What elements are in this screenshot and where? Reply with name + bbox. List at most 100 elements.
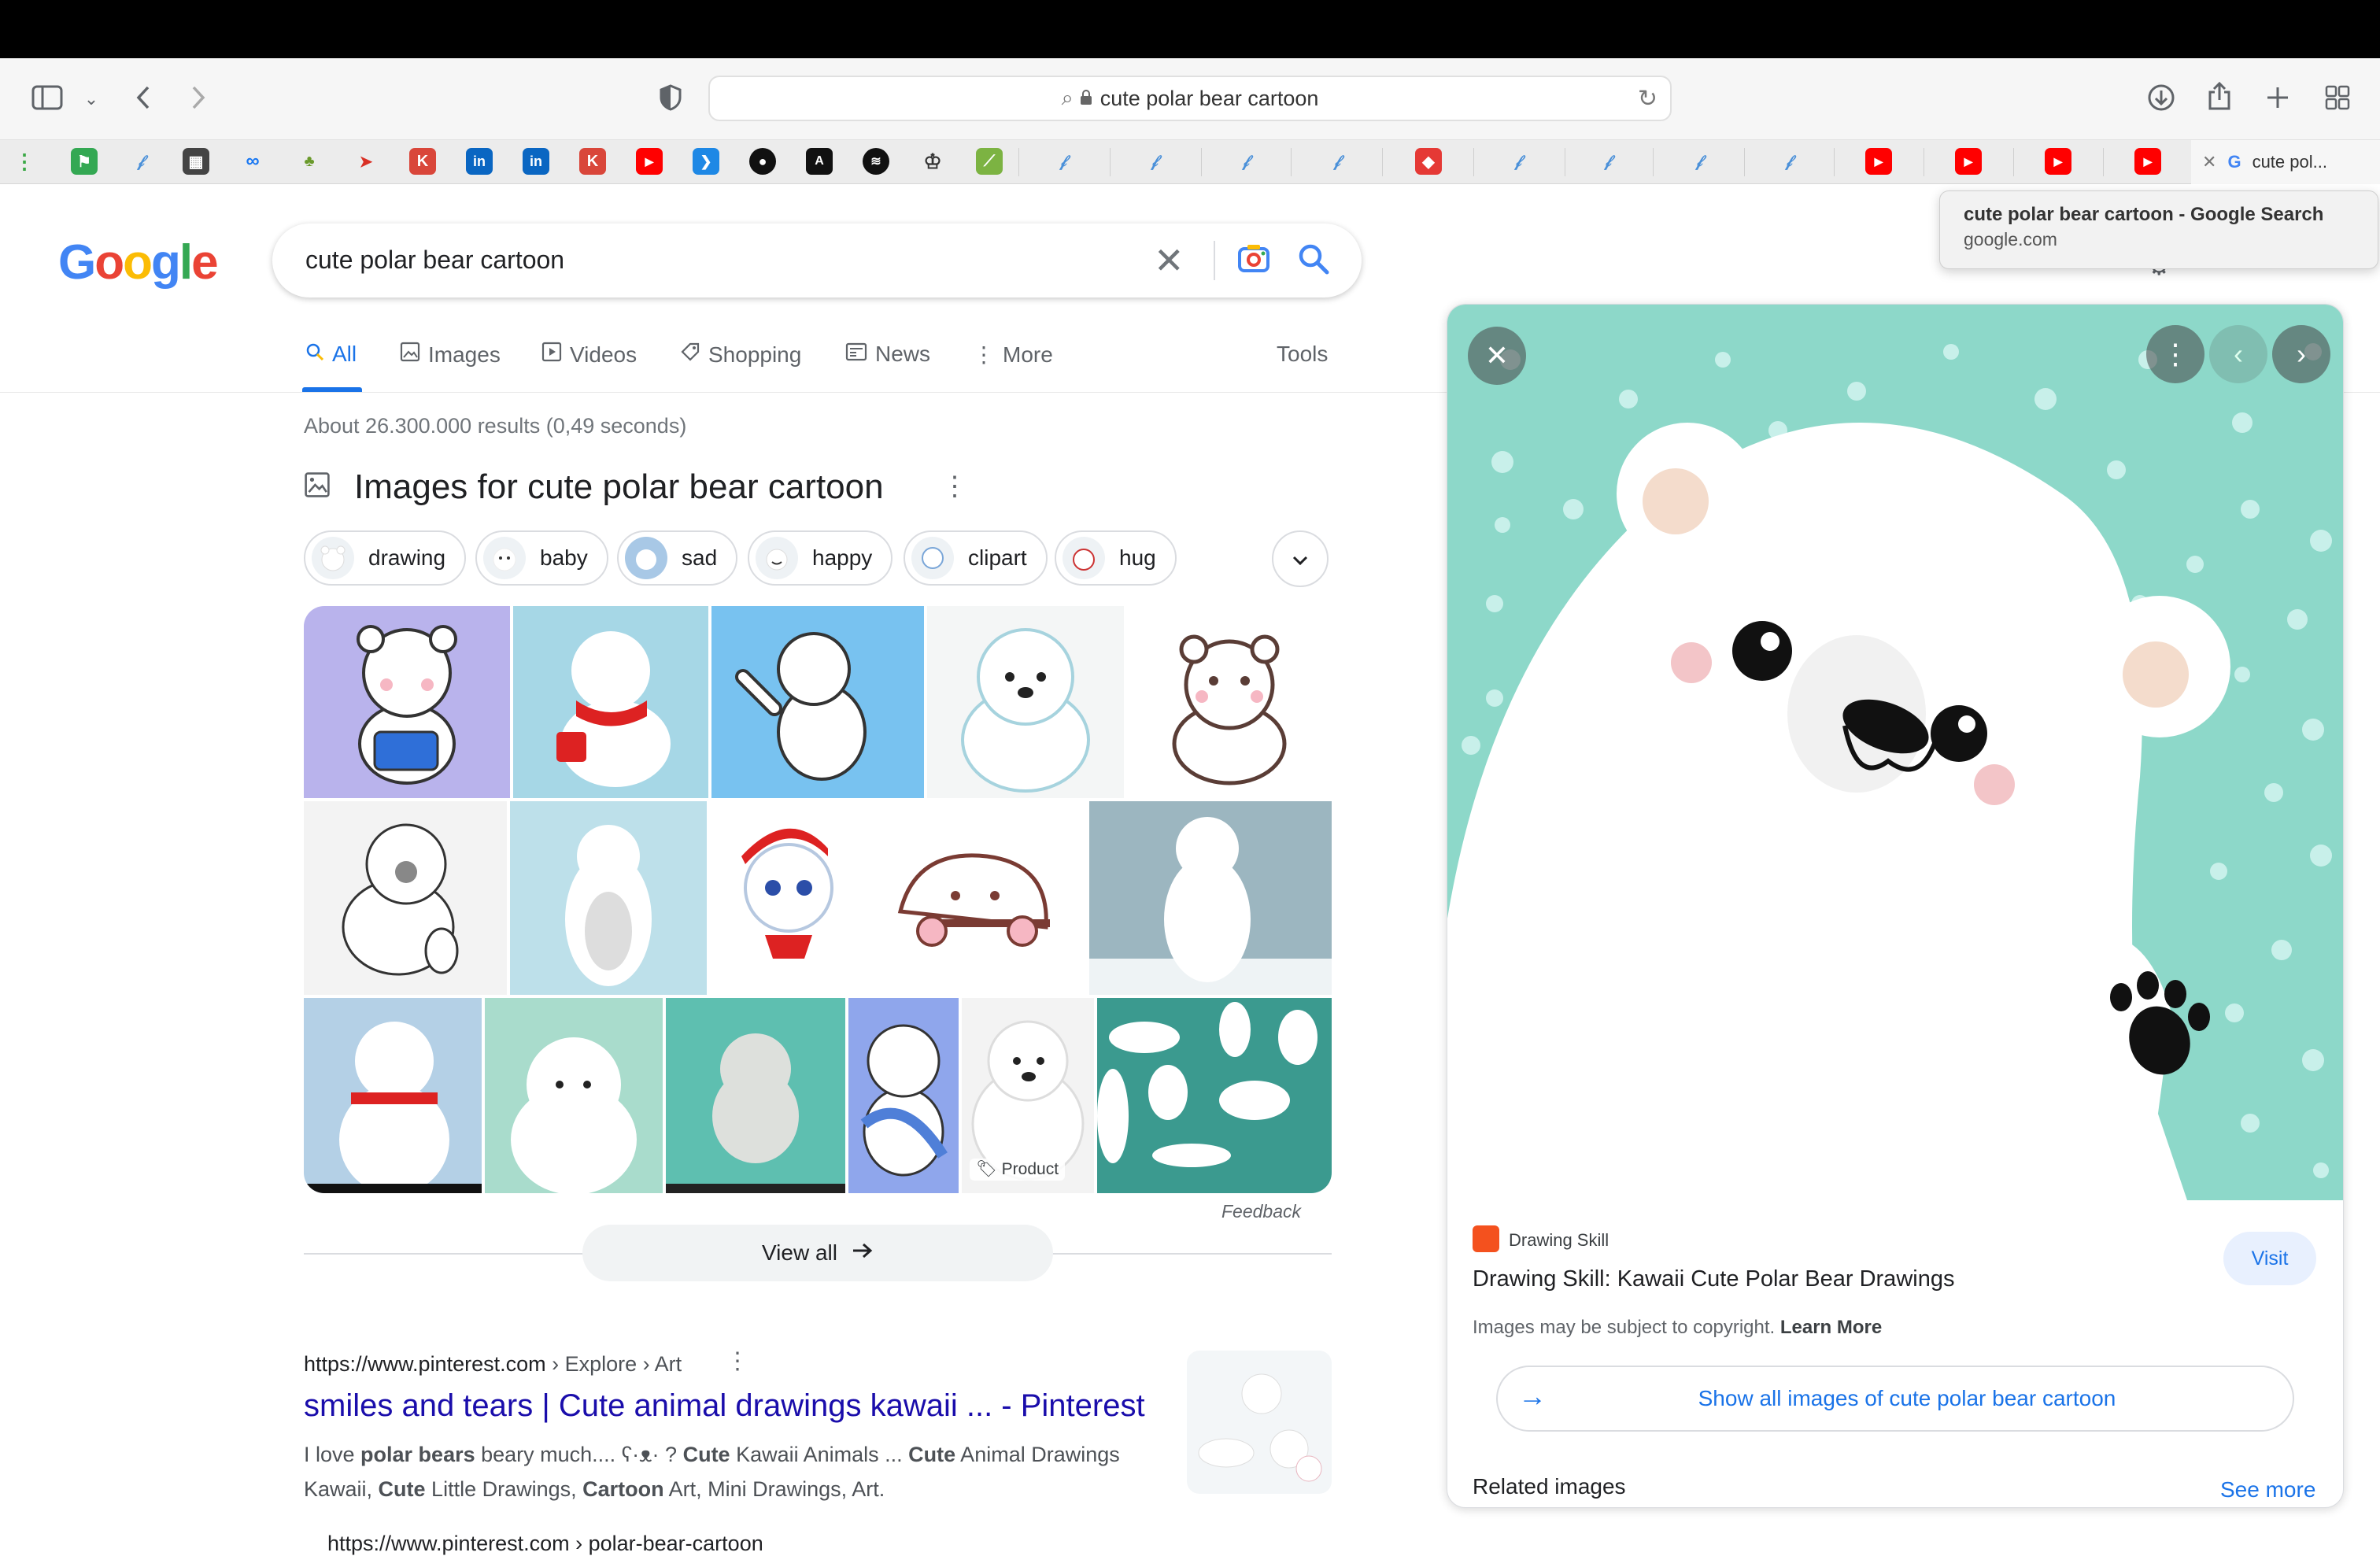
feather-icon-3[interactable]: 𝒻 (1141, 148, 1168, 175)
feedback-link[interactable]: Feedback (1221, 1201, 1301, 1222)
reload-icon[interactable]: ↻ (1638, 85, 1658, 113)
result-url-partial[interactable]: https://www.pinterest.com › polar-bear-c… (327, 1532, 763, 1556)
k-app-icon[interactable]: K (409, 148, 436, 175)
flag-app-icon[interactable]: ⚑ (71, 148, 98, 175)
youtube-tab-icon-4[interactable]: ▶ (2134, 148, 2161, 175)
plant-app-icon[interactable]: ♣ (296, 148, 323, 175)
back-icon[interactable] (124, 79, 162, 116)
source-name[interactable]: Drawing Skill (1509, 1230, 1609, 1251)
red-square-icon[interactable]: ◆ (1415, 148, 1442, 175)
result-menu-icon[interactable]: ⋮ (726, 1347, 749, 1375)
image-result-11[interactable] (304, 998, 482, 1193)
image-result-7[interactable] (510, 801, 707, 995)
tab-more[interactable]: ⋮ More (973, 342, 1053, 368)
sidebar-toggle-icon[interactable] (28, 79, 66, 116)
feather-icon[interactable]: 𝒻 (128, 148, 154, 175)
chip-hug[interactable]: hug (1055, 530, 1177, 586)
result-title-link[interactable]: smiles and tears | Cute animal drawings … (304, 1388, 1145, 1424)
vscode-icon[interactable]: ❯ (693, 148, 719, 175)
feather-icon-8[interactable]: 𝒻 (1686, 148, 1713, 175)
linkedin-icon[interactable]: in (466, 148, 493, 175)
chip-clipart[interactable]: clipart (904, 530, 1048, 586)
image-result-15[interactable]: 🏷 Product (962, 998, 1094, 1193)
image-result-4[interactable] (927, 606, 1124, 798)
next-image-button[interactable]: › (2272, 325, 2330, 383)
image-result-14[interactable] (848, 998, 959, 1193)
search-input[interactable]: cute polar bear cartoon (305, 246, 564, 275)
chart-app-icon[interactable]: ⟋ (976, 148, 1003, 175)
feather-icon-6[interactable]: 𝒻 (1505, 148, 1532, 175)
chips-expand-button[interactable] (1272, 530, 1329, 587)
feather-icon-7[interactable]: 𝒻 (1595, 148, 1621, 175)
crown-icon[interactable]: ♔ (919, 148, 946, 175)
clear-search-icon[interactable]: ✕ (1154, 239, 1184, 282)
preview-title[interactable]: Drawing Skill: Kawaii Cute Polar Bear Dr… (1473, 1266, 1954, 1292)
close-tab-icon[interactable]: ✕ (2202, 152, 2216, 172)
youtube-tab-icon-2[interactable]: ▶ (1955, 148, 1982, 175)
chip-drawing[interactable]: drawing (304, 530, 467, 586)
chip-happy[interactable]: happy (748, 530, 893, 586)
image-result-16[interactable] (1097, 998, 1332, 1193)
tools-button[interactable]: Tools (1277, 342, 1328, 367)
k-app-icon-2[interactable]: K (579, 148, 606, 175)
kebab-green-icon[interactable]: ⋮ (11, 148, 38, 175)
calendar-app-icon[interactable]: ▦ (183, 148, 209, 175)
image-result-1[interactable] (304, 606, 510, 798)
image-result-12[interactable] (485, 998, 663, 1193)
tab-videos[interactable]: Videos (541, 342, 637, 368)
image-result-9[interactable] (869, 801, 1086, 995)
image-result-8[interactable] (710, 801, 866, 995)
camera-lens-icon[interactable] (1236, 241, 1272, 281)
linkedin-icon-2[interactable]: in (523, 148, 549, 175)
tab-all[interactable]: All (305, 342, 357, 367)
visit-button[interactable]: Visit (2223, 1232, 2316, 1285)
feather-icon-5[interactable]: 𝒻 (1324, 148, 1351, 175)
image-result-3[interactable] (711, 606, 924, 798)
chevron-down-icon[interactable]: ⌄ (72, 80, 110, 118)
new-tab-icon[interactable] (2259, 79, 2297, 116)
show-all-images-button[interactable]: → Show all images of cute polar bear car… (1496, 1366, 2294, 1432)
image-result-5[interactable] (1127, 606, 1332, 798)
preview-image[interactable]: ✕ ⋮ ‹ › (1447, 305, 2343, 1200)
image-result-6[interactable] (304, 801, 507, 995)
tab-news[interactable]: News (845, 342, 930, 367)
feather-icon-2[interactable]: 𝒻 (1050, 148, 1077, 175)
panel-menu-button[interactable]: ⋮ (2146, 325, 2204, 383)
share-icon[interactable] (2201, 77, 2238, 115)
youtube-tab-icon[interactable]: ▶ (1865, 148, 1892, 175)
search-icon[interactable] (1295, 241, 1332, 281)
shield-icon[interactable] (652, 79, 689, 116)
previous-image-button[interactable]: ‹ (2209, 325, 2267, 383)
learn-more-link[interactable]: Learn More (1780, 1317, 1882, 1338)
github-icon[interactable]: ● (749, 148, 776, 175)
view-all-button[interactable]: View all (582, 1225, 1053, 1281)
tab-images[interactable]: Images (400, 342, 501, 368)
section-menu-icon[interactable]: ⋮ (941, 471, 968, 502)
red-app-icon[interactable]: ➤ (353, 148, 379, 175)
result-thumbnail[interactable] (1187, 1351, 1332, 1494)
address-bar[interactable]: ⌕ cute polar bear cartoon ↻ (708, 76, 1672, 121)
feather-icon-9[interactable]: 𝒻 (1776, 148, 1802, 175)
divider (1382, 148, 1383, 176)
see-more-link[interactable]: See more (2220, 1477, 2315, 1502)
active-tab[interactable]: ✕ G cute pol... (2191, 140, 2380, 184)
chip-baby[interactable]: baby (475, 530, 608, 586)
youtube-icon[interactable]: ▶ (636, 148, 663, 175)
chip-sad[interactable]: sad (617, 530, 738, 586)
google-logo[interactable]: Google (58, 235, 219, 290)
image-result-2[interactable] (513, 606, 708, 798)
image-result-13[interactable] (666, 998, 845, 1193)
forward-icon[interactable] (179, 79, 217, 116)
image-result-10[interactable] (1089, 801, 1332, 995)
feather-icon-4[interactable]: 𝒻 (1232, 148, 1259, 175)
ai-app-icon[interactable]: A (806, 148, 833, 175)
tab-shopping[interactable]: Shopping (680, 342, 801, 368)
tab-overview-icon[interactable] (2319, 79, 2356, 116)
spotify-icon[interactable]: ≋ (863, 148, 889, 175)
meta-icon[interactable]: ∞ (239, 148, 266, 175)
search-box[interactable]: cute polar bear cartoon ✕ (272, 224, 1362, 298)
download-icon[interactable] (2142, 79, 2180, 116)
close-panel-button[interactable]: ✕ (1468, 327, 1526, 385)
result-url[interactable]: https://www.pinterest.com › Explore › Ar… (304, 1352, 682, 1377)
youtube-tab-icon-3[interactable]: ▶ (2045, 148, 2071, 175)
